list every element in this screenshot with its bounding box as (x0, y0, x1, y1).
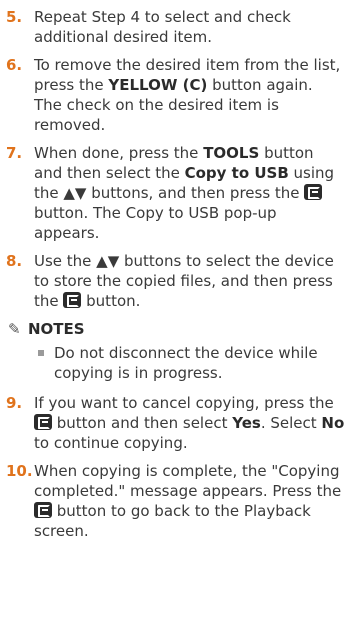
step-text: When done, press the (34, 144, 204, 162)
step-text: button. (81, 292, 141, 310)
step-text: button to go back to the Playback screen… (34, 502, 311, 540)
notes-section: ✎ NOTES Do not disconnect the device whil… (6, 319, 346, 383)
step-text: button and then select (52, 414, 233, 432)
step-subtext: The check on the desired item is removed… (34, 96, 279, 134)
step-number: 10. (6, 462, 33, 480)
notes-heading: ✎ NOTES (6, 319, 346, 339)
step-number: 9. (6, 394, 23, 412)
notes-title: NOTES (28, 320, 85, 338)
step-text: button again. (207, 76, 313, 94)
step-text: . Select (260, 414, 322, 432)
enter-button-icon (34, 414, 52, 430)
step-10: 10. When copying is complete, the "Copyi… (6, 461, 346, 541)
step-text: to continue copying. (34, 434, 188, 452)
pencil-icon: ✎ (8, 320, 21, 338)
step-8: 8. Use the ▲▼ buttons to select the devi… (6, 251, 346, 311)
step-text: When copying is complete, the "Copying c… (34, 462, 342, 500)
step-number: 6. (6, 56, 23, 74)
step-7: 7. When done, press the TOOLS button and… (6, 143, 346, 243)
step-6: 6. To remove the desired item from the l… (6, 55, 346, 135)
note-item: Do not disconnect the device while copyi… (6, 343, 346, 383)
yes-option-label: Yes (232, 414, 261, 432)
step-number: 7. (6, 144, 23, 162)
enter-button-icon (304, 184, 323, 200)
yellow-button-label: YELLOW (C) (108, 76, 208, 94)
step-5: 5. Repeat Step 4 to select and check add… (6, 7, 346, 47)
step-text: If you want to cancel copying, press the (34, 394, 334, 412)
copy-to-usb-label: Copy to USB (184, 164, 289, 182)
step-text: button. The Copy to USB pop-up appears. (34, 204, 277, 242)
step-9: 9. If you want to cancel copying, press … (6, 393, 346, 453)
tools-button-label: TOOLS (203, 144, 260, 162)
step-number: 5. (6, 8, 23, 26)
enter-button-icon (34, 502, 52, 518)
step-number: 8. (6, 252, 23, 270)
step-text: Repeat Step 4 to select and check additi… (34, 8, 291, 46)
instruction-page: 5. Repeat Step 4 to select and check add… (6, 7, 346, 549)
square-bullet-icon (38, 350, 44, 356)
no-option-label: No (321, 414, 345, 432)
enter-button-icon (63, 292, 82, 308)
note-text: Do not disconnect the device while copyi… (54, 344, 318, 382)
